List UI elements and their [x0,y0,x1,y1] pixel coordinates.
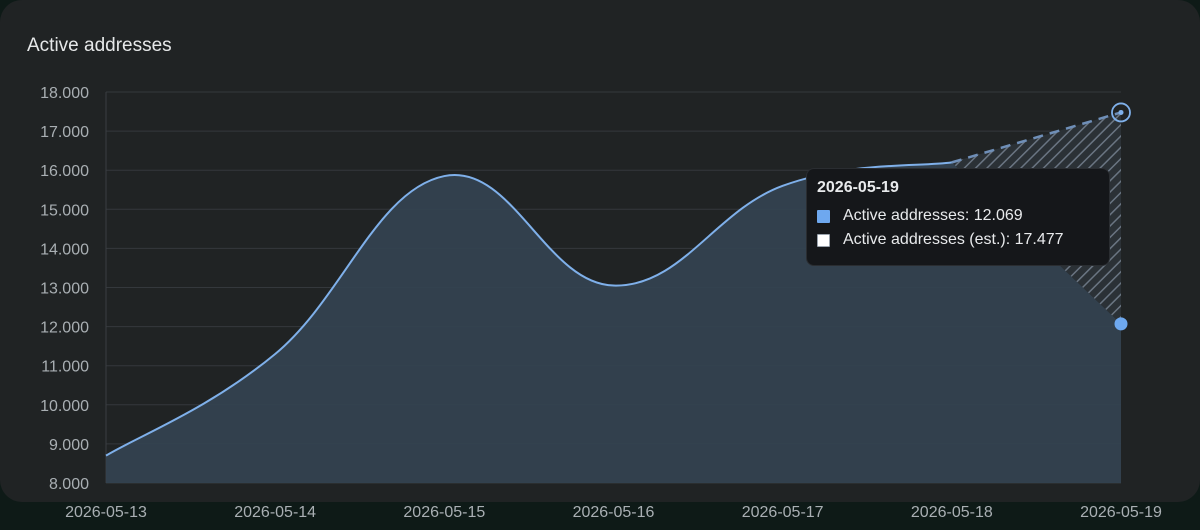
x-tick-label: 2026-05-19 [1080,504,1162,521]
y-tick-label: 8.000 [49,476,89,493]
tooltip-row-estimated: Active addresses (est.): 17.477 [817,231,1099,249]
y-tick-label: 14.000 [40,241,89,258]
tooltip-row-label: Active addresses: 12.069 [843,207,1023,224]
plot-area [105,102,1131,483]
x-tick-label: 2026-05-13 [65,504,147,521]
x-tick-label: 2026-05-16 [573,504,655,521]
x-tick-label: 2026-05-17 [742,504,824,521]
y-tick-label: 15.000 [40,202,89,219]
series-swatch-icon [817,209,830,223]
y-tick-label: 18.000 [40,85,89,102]
y-tick-label: 11.000 [41,359,89,376]
x-tick-label: 2026-05-14 [234,504,316,521]
y-tick-label: 17.000 [40,124,89,141]
x-tick-label: 2026-05-15 [403,504,485,521]
series-swatch-icon [817,233,830,247]
data-point-active-addresses [1114,317,1128,331]
data-point-estimated-center [1118,109,1124,115]
x-tick-label: 2026-05-18 [911,504,993,521]
tooltip-title: 2026-05-19 [817,179,899,196]
y-tick-label: 13.000 [40,281,89,298]
tooltip-row-label: Active addresses (est.): 17.477 [843,231,1064,248]
y-tick-label: 16.000 [40,163,89,180]
y-tick-label: 12.000 [40,320,89,337]
y-tick-label: 10.000 [40,398,89,415]
y-tick-label: 9.000 [49,437,89,454]
chart-tooltip: 2026-05-19 Active addresses: 12.069 Acti… [806,168,1110,266]
tooltip-row-active: Active addresses: 12.069 [817,207,1099,225]
